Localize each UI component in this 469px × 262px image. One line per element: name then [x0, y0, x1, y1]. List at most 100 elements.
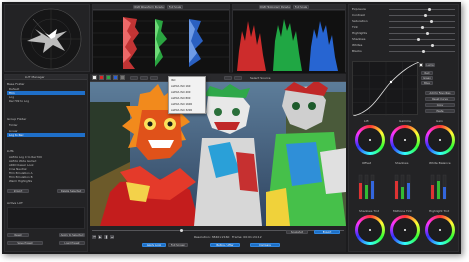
- waveform-scale-button[interactable]: Full Scale: [167, 5, 183, 9]
- swatch-green[interactable]: [106, 75, 111, 80]
- dropdown-option[interactable]: ISO: [171, 78, 205, 83]
- reset-lut-button[interactable]: Reset: [7, 233, 29, 237]
- curve-channel-luma[interactable]: [419, 63, 423, 67]
- active-lut-title: Active LUT: [7, 201, 23, 205]
- slider-knob[interactable]: [425, 32, 429, 35]
- slider-track[interactable]: [389, 33, 455, 34]
- lut-manager-title: LUT Manager: [25, 75, 45, 79]
- dropdown-option[interactable]: ALEXA ISO 1600: [171, 102, 205, 107]
- waveform-mode-button[interactable]: RGB Waveform Parade: [133, 5, 165, 9]
- compare-button[interactable]: Compare: [250, 243, 280, 247]
- apply-look-button[interactable]: Apply Look: [142, 243, 166, 247]
- histogram-mode-button[interactable]: RGB Histogram Parade: [259, 5, 291, 9]
- shadows-bars: [394, 174, 411, 200]
- copy-curve-button[interactable]: Copy: [425, 103, 455, 107]
- reset-curve-button[interactable]: Reset Curve: [425, 97, 455, 101]
- load-preset-button[interactable]: Load Preset: [59, 241, 85, 245]
- paste-curve-button[interactable]: Paste: [425, 109, 455, 113]
- play-icon[interactable]: ▶: [98, 235, 102, 239]
- curve-channel-button[interactable]: Red: [421, 71, 433, 75]
- pause-icon[interactable]: ❚: [104, 235, 108, 239]
- slider-knob[interactable]: [428, 8, 432, 11]
- slider-knob[interactable]: [421, 50, 425, 53]
- shadows-tint-wheel[interactable]: [355, 215, 385, 245]
- slider-track[interactable]: [389, 15, 455, 16]
- slider-track[interactable]: [389, 21, 455, 22]
- slider-label: Exposure: [352, 7, 366, 11]
- timeline-playhead[interactable]: [180, 229, 183, 232]
- swatch-gray[interactable]: [120, 75, 125, 80]
- apply-to-selected-button[interactable]: Apply to Selected: [59, 233, 85, 237]
- frame-readout: Frame: 00:01:24:12: [232, 235, 262, 239]
- swatch-white[interactable]: [92, 75, 97, 80]
- slider-label: Whites: [352, 43, 363, 47]
- lift-color-wheel[interactable]: [355, 125, 385, 155]
- vectorscope: [20, 8, 82, 70]
- slider-knob[interactable]: [430, 20, 434, 23]
- slider-label: Shadows: [352, 37, 366, 41]
- slider-knob[interactable]: [417, 38, 421, 41]
- wheel-handle[interactable]: [404, 229, 406, 231]
- gamma-color-wheel[interactable]: [390, 125, 420, 155]
- skip-forward-icon[interactable]: ⏭: [110, 235, 114, 239]
- base-folder-title: Base Folder: [7, 82, 25, 86]
- wheel-title: Shadows Tint: [359, 209, 380, 213]
- dropdown-option[interactable]: ALEXA ISO 160: [171, 84, 205, 89]
- snapshot-button[interactable]: Snapshot: [286, 230, 308, 234]
- group-folder-item[interactable]: Folder: [7, 123, 85, 127]
- highlight-tint-wheel[interactable]: [425, 215, 455, 245]
- viewer-mode-button[interactable]: [150, 76, 158, 80]
- curve-channel-button[interactable]: Luma: [425, 63, 435, 67]
- histogram-panel: RGB Histogram Parade Full Scale: [232, 4, 346, 73]
- iso-dropdown-menu[interactable]: ISO ALEXA ISO 160 ALEXA ISO 400 ALEXA IS…: [168, 76, 206, 114]
- import-lut-button[interactable]: Import: [7, 189, 29, 193]
- viewer-mode-button[interactable]: [234, 76, 242, 80]
- wheel-title: Offset: [362, 161, 372, 165]
- wheel-handle[interactable]: [369, 139, 371, 141]
- select-source-label: Select Source: [250, 76, 271, 80]
- vectorscope-panel: [4, 4, 90, 72]
- viewer-toolbar: Select Source: [90, 74, 346, 82]
- slider-knob[interactable]: [423, 14, 427, 17]
- save-preset-button[interactable]: Save Preset: [7, 241, 43, 245]
- dropdown-option[interactable]: ALEXA ISO 3200: [171, 108, 205, 113]
- slider-knob[interactable]: [420, 26, 424, 29]
- wheel-handle[interactable]: [439, 229, 441, 231]
- before-after-button[interactable]: Before / After: [210, 243, 240, 247]
- lut-list-item[interactable]: Warm Highlights: [7, 179, 85, 183]
- viewer-mode-button[interactable]: [224, 76, 232, 80]
- group-folder-item[interactable]: Log to Rec: [7, 133, 85, 137]
- white-balance-bars: [430, 174, 447, 200]
- slider-track[interactable]: [389, 45, 455, 46]
- active-lut-area: [7, 207, 85, 229]
- dropdown-option[interactable]: ALEXA ISO 800: [171, 96, 205, 101]
- swatch-blue[interactable]: [113, 75, 118, 80]
- slider-knob[interactable]: [431, 44, 435, 47]
- slider-track[interactable]: [389, 9, 455, 10]
- wheel-title: Lift: [364, 119, 369, 123]
- curve-channel-button[interactable]: Green: [421, 76, 433, 80]
- base-folder-item[interactable]: Rec709 to Log: [7, 99, 85, 103]
- wheel-handle[interactable]: [439, 139, 441, 141]
- wheel-title: Gamma: [399, 119, 411, 123]
- export-button[interactable]: Export: [314, 230, 340, 234]
- gain-color-wheel[interactable]: [425, 125, 455, 155]
- viewer-mode-button[interactable]: [140, 76, 148, 80]
- delete-selected-button[interactable]: Delete Selected: [57, 189, 85, 193]
- dropdown-option[interactable]: ALEXA ISO 400: [171, 90, 205, 95]
- swatch-red[interactable]: [99, 75, 104, 80]
- histogram-scale-button[interactable]: Full Scale: [293, 5, 309, 9]
- wheel-handle[interactable]: [404, 139, 406, 141]
- curve-editor[interactable]: [352, 61, 420, 117]
- add-to-favorites-button[interactable]: Add to Favorites: [425, 91, 455, 95]
- color-controls-panel: Exposure Contrast Saturation Tint Highli…: [348, 4, 459, 252]
- wheel-title: White Balance: [429, 161, 451, 165]
- viewer-mode-button[interactable]: [130, 76, 138, 80]
- skip-back-icon[interactable]: ⏮: [92, 235, 96, 239]
- curve-channel-button[interactable]: Blue: [421, 81, 433, 85]
- offset-bars: [358, 174, 375, 200]
- slider-track[interactable]: [389, 39, 455, 40]
- wheel-handle[interactable]: [369, 229, 371, 231]
- midtone-tint-wheel[interactable]: [390, 215, 420, 245]
- full-screen-button[interactable]: Full Screen: [168, 243, 188, 247]
